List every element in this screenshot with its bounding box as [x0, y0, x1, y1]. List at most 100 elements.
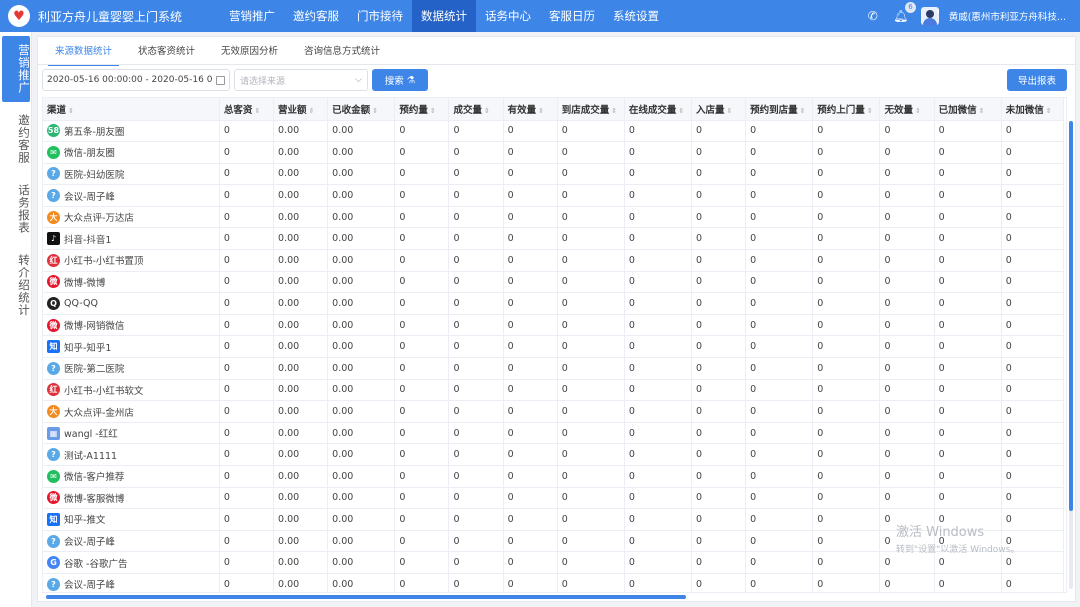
- sidebar-item-0[interactable]: 营销推广: [2, 36, 31, 102]
- avatar[interactable]: [920, 7, 939, 25]
- table-row[interactable]: 微微博-微博 0 0.00 0.00 0 0 0 0 0 0 0 0 0 0 0: [43, 271, 1065, 294]
- sort-icon[interactable]: ⇕: [538, 107, 544, 115]
- table-row[interactable]: 微微博-网销微信 0 0.00 0.00 0 0 0 0 0 0 0 0 0 0 0: [43, 314, 1065, 337]
- data-cell: 0.00: [273, 206, 329, 229]
- data-cell: 0: [745, 551, 814, 574]
- sort-icon[interactable]: ⇕: [484, 107, 490, 115]
- sort-icon[interactable]: ⇕: [309, 107, 315, 115]
- table-row[interactable]: 红小红书-小红书软文 0 0.00 0.00 0 0 0 0 0 0 0 0 0 0 0: [43, 379, 1065, 402]
- data-cell: 0: [1001, 141, 1065, 164]
- sort-icon[interactable]: ⇕: [1046, 107, 1052, 115]
- data-cell: 0: [557, 249, 625, 272]
- sort-icon[interactable]: ⇕: [678, 107, 684, 115]
- table-row[interactable]: ✉ 微信-朋友圈 0 0.00 0.00 0 0 0 0 0 0 0 0 0 0 0: [43, 141, 1065, 164]
- column-header-14[interactable]: 未加微信 ⇕: [1001, 98, 1065, 121]
- sort-icon[interactable]: ⇕: [800, 107, 806, 115]
- column-header-9[interactable]: 入店量 ⇕: [691, 98, 747, 121]
- source-select-placeholder: 请选择来源: [240, 76, 286, 87]
- data-cell: 0: [934, 400, 1002, 423]
- table-row[interactable]: 知知乎-推文 0 0.00 0.00 0 0 0 0 0 0 0 0 0 0 0: [43, 508, 1065, 531]
- table-row[interactable]: ? 医院-第二医院 0 0.00 0.00 0 0 0 0 0 0 0 0 0 0 0: [43, 357, 1065, 380]
- nav-item-0[interactable]: 营销推广: [220, 0, 284, 32]
- bell-icon[interactable]: 🔔︎ 6: [893, 2, 916, 24]
- vertical-scrollbar-thumb[interactable]: [1069, 121, 1073, 511]
- data-cell: 0: [745, 530, 814, 553]
- column-header-5[interactable]: 成交量 ⇕: [448, 98, 504, 121]
- tab-divider: [38, 64, 1075, 65]
- sort-icon[interactable]: ⇕: [254, 107, 260, 115]
- column-header-7[interactable]: 到店成交量 ⇕: [557, 98, 625, 121]
- table-row[interactable]: ✉ 微信-客户推荐 0 0.00 0.00 0 0 0 0 0 0 0 0 0 0 0: [43, 465, 1065, 488]
- table-row[interactable]: ? 医院-妇幼医院 0 0.00 0.00 0 0 0 0 0 0 0 0 0 0 0: [43, 163, 1065, 186]
- table-row[interactable]: 58 第五条-朋友圈 0 0.00 0.00 0 0 0 0 0 0 0 0 0 0 0: [43, 120, 1065, 143]
- column-header-3[interactable]: 已收金额 ⇕: [327, 98, 396, 121]
- table-row[interactable]: 红小红书-小红书置顶 0 0.00 0.00 0 0 0 0 0 0 0 0 0 0 0: [43, 249, 1065, 272]
- sidebar-item-3[interactable]: 转介绍统计: [2, 246, 31, 325]
- data-cell: 0: [624, 443, 693, 466]
- table-row[interactable]: 大大众点评-金州店 0 0.00 0.00 0 0 0 0 0 0 0 0 0 0 0: [43, 400, 1065, 423]
- phone-icon[interactable]: ✆: [865, 8, 881, 24]
- table-row[interactable]: Q QQ-QQ 0 0.00 0.00 0 0 0 0 0 0 0 0 0 0 0: [43, 292, 1065, 315]
- column-header-8[interactable]: 在线成交量 ⇕: [624, 98, 693, 121]
- nav-item-5[interactable]: 客服日历: [540, 0, 604, 32]
- export-report-button[interactable]: 导出报表: [1007, 69, 1067, 91]
- data-cell: 0: [691, 141, 747, 164]
- sort-icon[interactable]: ⇕: [979, 107, 985, 115]
- sort-icon[interactable]: ⇕: [68, 107, 74, 115]
- douyin-icon: ♪: [47, 232, 60, 246]
- nav-item-6[interactable]: 系统设置: [604, 0, 668, 32]
- sort-icon[interactable]: ⇕: [372, 107, 378, 115]
- table-row[interactable]: ? 测试-A1111 0 0.00 0.00 0 0 0 0 0 0 0 0 0 0 0: [43, 443, 1065, 466]
- data-cell: 0: [691, 573, 747, 592]
- column-header-2[interactable]: 营业额 ⇕: [273, 98, 329, 121]
- data-cell: 0: [812, 487, 881, 510]
- sidebar-item-1[interactable]: 邀约客服: [2, 106, 31, 172]
- column-header-13[interactable]: 已加微信 ⇕: [934, 98, 1002, 121]
- table-row[interactable]: 大大众点评-万达店 0 0.00 0.00 0 0 0 0 0 0 0 0 0 0 0: [43, 206, 1065, 229]
- table-row[interactable]: ? 会议-周子峰 0 0.00 0.00 0 0 0 0 0 0 0 0 0 0 0: [43, 184, 1065, 207]
- data-cell: 0: [934, 249, 1002, 272]
- table-row[interactable]: ? 会议-周子峰 0 0.00 0.00 0 0 0 0 0 0 0 0 0 0 0: [43, 573, 1065, 592]
- tab-2[interactable]: 无效原因分析: [208, 41, 291, 63]
- column-header-4[interactable]: 预约量 ⇕: [394, 98, 450, 121]
- column-header-6[interactable]: 有效量 ⇕: [503, 98, 558, 121]
- tab-3[interactable]: 咨询信息方式统计: [291, 41, 393, 63]
- column-header-11[interactable]: 预约上门量 ⇕: [812, 98, 881, 121]
- user-name[interactable]: 黄威(惠州市利亚方舟科技...: [949, 9, 1066, 23]
- data-cell: 0: [448, 443, 504, 466]
- data-cell: 0: [745, 573, 814, 592]
- date-range-input[interactable]: 2020-05-16 00:00:00 - 2020-05-16 00:: [42, 69, 230, 91]
- column-header-1[interactable]: 总客资 ⇕: [219, 98, 275, 121]
- tab-1[interactable]: 状态客资统计: [125, 41, 208, 63]
- sort-icon[interactable]: ⇕: [611, 107, 617, 115]
- sidebar-item-2[interactable]: 话务报表: [2, 176, 31, 242]
- sort-icon[interactable]: ⇕: [727, 107, 733, 115]
- data-cell: 0: [394, 249, 450, 272]
- table-row[interactable]: ♪ 抖音-抖音1 0 0.00 0.00 0 0 0 0 0 0 0 0 0 0 0: [43, 227, 1065, 251]
- column-header-10[interactable]: 预约到店量 ⇕: [745, 98, 814, 121]
- data-cell: 0: [219, 227, 275, 251]
- table-row[interactable]: ▦ wangl -红红 0 0.00 0.00 0 0 0 0 0 0 0 0 0 0 0: [43, 422, 1065, 445]
- sort-icon[interactable]: ⇕: [867, 107, 873, 115]
- nav-item-4[interactable]: 话务中心: [476, 0, 540, 32]
- table-row[interactable]: 知知乎-知乎1 0 0.00 0.00 0 0 0 0 0 0 0 0 0 0 0: [43, 335, 1065, 359]
- horizontal-scrollbar-thumb[interactable]: [46, 595, 686, 599]
- table-row[interactable]: ? 会议-周子峰 0 0.00 0.00 0 0 0 0 0 0 0 0 0 0 0: [43, 530, 1065, 553]
- data-cell: 0: [557, 465, 625, 488]
- tab-0[interactable]: 来源数据统计: [42, 41, 125, 66]
- source-select[interactable]: 请选择来源 ⌵: [234, 69, 368, 91]
- data-cell: 0: [448, 292, 504, 315]
- sort-icon[interactable]: ⇕: [430, 107, 436, 115]
- xiaohongshu-icon: 红: [47, 383, 60, 397]
- nav-item-3[interactable]: 数据统计: [412, 0, 477, 32]
- nav-item-2[interactable]: 门市接待: [348, 0, 412, 32]
- table-row[interactable]: 微微博-客服微博 0 0.00 0.00 0 0 0 0 0 0 0 0 0 0 0: [43, 487, 1065, 510]
- data-cell: 0: [219, 400, 275, 423]
- search-button[interactable]: 搜索 ⚗: [372, 69, 428, 91]
- column-header-0[interactable]: 渠道 ⇕: [43, 98, 220, 121]
- column-header-12[interactable]: 无效量 ⇕: [879, 98, 935, 121]
- sort-icon[interactable]: ⇕: [915, 107, 921, 115]
- nav-item-1[interactable]: 邀约客服: [284, 0, 348, 32]
- table-row[interactable]: G 谷歌 -谷歌广告 0 0.00 0.00 0 0 0 0 0 0 0 0 0 0 0: [43, 551, 1065, 574]
- data-cell: 0: [503, 314, 558, 337]
